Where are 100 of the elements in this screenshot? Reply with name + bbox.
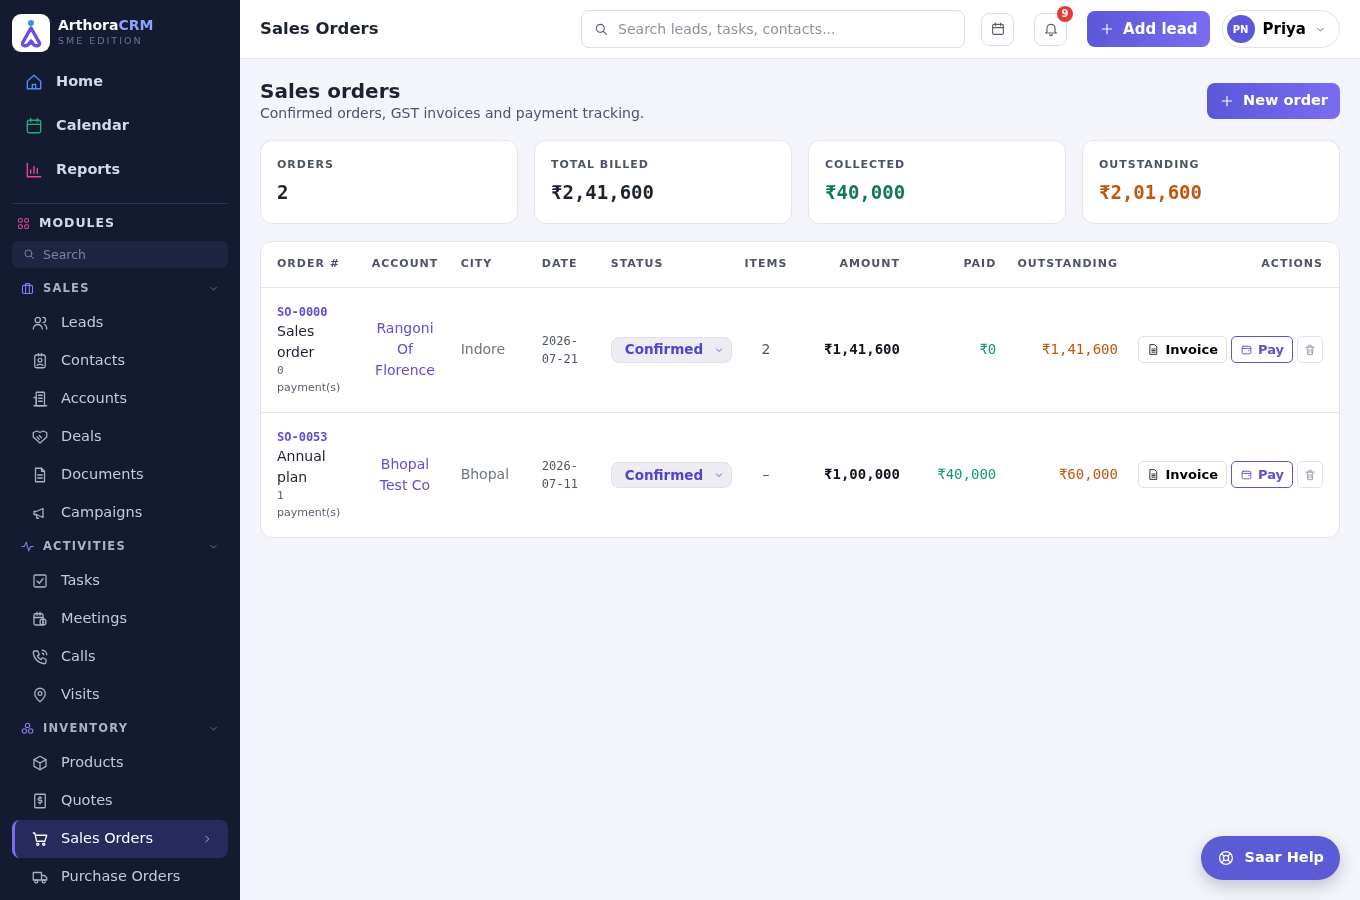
table-cell: – [762,466,770,483]
logo-icon [12,14,50,52]
cart-icon [31,829,49,848]
column-header: ITEMS [730,242,802,287]
brand-name: ArthoraCRM [58,18,154,34]
stat-value: ₹40,000 [825,179,907,205]
nav-item[interactable]: Sales Orders [12,819,228,858]
nav-item[interactable]: Reports [12,148,228,192]
pay-button[interactable]: Pay [1230,336,1293,363]
nav-item[interactable]: Quotes [12,781,228,820]
column-header: STATUS [602,242,731,287]
status-dropdown[interactable]: Confirmed [610,461,733,488]
nav-item[interactable]: Calendar [12,104,228,148]
checkbox-icon [31,571,49,590]
payment-count: 0 payment(s) [277,363,342,396]
cluster-icon [20,721,35,737]
delete-button[interactable] [1297,461,1323,489]
user-menu[interactable]: PN Priya [1221,10,1340,48]
table-cell: ₹40,000 [937,466,997,483]
page-title: Sales Orders [260,17,379,40]
nav-item[interactable]: Accounts [12,379,228,418]
new-order-button[interactable]: New order [1207,83,1340,119]
edition-label: SME EDITION [58,33,144,48]
briefcase-icon [20,281,35,297]
page-heading: Sales orders [260,79,402,103]
trash-icon [1303,342,1317,357]
table-cell-text: 2026-07-11 [541,457,579,493]
table-cell: ₹1,41,600 [824,341,900,357]
payment-count: 1 payment(s) [277,488,342,521]
stat-label: OUTSTANDING [1099,157,1201,173]
nav-item[interactable]: Contacts [12,341,228,380]
order-number-link[interactable]: SO-0000 [277,303,350,321]
trash-icon [1303,467,1317,482]
group-header[interactable]: SALES [12,273,228,304]
wallet-icon [1239,468,1253,482]
avatar: PN [1226,15,1255,43]
receipt-icon [31,791,49,810]
stat-value: ₹2,41,600 [551,179,655,205]
phone-icon [31,647,49,666]
table-cell: ₹0 [979,341,997,357]
nav-item[interactable]: Deals [12,417,228,456]
account-link[interactable]: Rangoni Of Florence [372,318,438,381]
order-title: Annual plan [277,447,327,488]
nav-item[interactable]: Visits [12,675,228,714]
map-pin-icon [31,685,49,704]
table-cell: 2 [761,341,771,357]
order-title: Sales order [277,322,316,362]
table-cell: Indore [460,341,506,357]
nav-item[interactable]: Meetings [12,599,228,638]
nav-item[interactable]: Documents [12,455,228,494]
nav-item[interactable]: Tasks [12,561,228,600]
table-cell: Bhopal [460,466,510,483]
nav-item[interactable]: Products [12,743,228,782]
contact-card-icon [31,351,49,370]
status-dropdown[interactable]: Confirmed [610,336,733,363]
column-header: DATE [533,242,603,287]
group-header[interactable]: INVENTORY [12,713,228,744]
nav-item[interactable]: Leads [12,303,228,342]
calendar-clock-icon [31,609,49,628]
group-header[interactable]: ACTIVITIES [12,531,228,562]
notification-count: 9 [1057,5,1074,22]
calendar-icon [989,21,1006,37]
search-icon [593,21,610,37]
calendar-icon [24,116,44,136]
column-header: ACTIONS [1125,242,1339,287]
search-field[interactable]: Search leads, tasks, contacts... [581,10,966,48]
nav-item[interactable]: Purchase Orders [12,857,228,896]
invoice-button[interactable]: Invoice [1138,461,1227,489]
add-lead-button[interactable]: Add lead [1087,11,1210,47]
box-icon [31,753,49,772]
wallet-icon [1239,343,1253,356]
search-field[interactable]: Search [12,240,228,268]
nav-item[interactable]: Calls [12,637,228,676]
calendar-button[interactable] [981,12,1015,46]
house-icon [24,72,44,92]
order-number-link[interactable]: SO-0053 [277,428,350,447]
stat-label: COLLECTED [825,157,907,173]
delete-button[interactable] [1297,336,1323,363]
stat-value: 2 [277,179,290,205]
section-heading: MODULES [39,214,116,232]
stat-value: ₹2,01,600 [1099,179,1203,205]
stat-label: TOTAL BILLED [551,157,650,173]
table-cell: ₹60,000 [1058,466,1118,483]
bar-chart-icon [24,160,44,180]
column-header: ACCOUNT [357,242,453,287]
column-header: OUTSTANDING [1004,242,1126,287]
page-subtitle: Confirmed orders, GST invoices and payment tracking. [260,104,645,123]
pay-button[interactable]: Pay [1230,461,1293,489]
help-button[interactable]: Saar Help [1201,836,1340,880]
grid-icon [16,215,31,231]
search-icon [22,247,36,262]
nav-item[interactable]: Home [12,60,228,104]
column-header: PAID [907,242,1005,287]
invoice-button[interactable]: Invoice [1138,336,1227,363]
column-header: CITY [452,242,534,287]
lifebuoy-icon [1217,849,1236,867]
column-header: ORDER # [261,242,358,287]
nav-item[interactable]: Campaigns [12,493,228,532]
account-link[interactable]: Bhopal Test Co [372,453,438,496]
table-cell-text: 2026-07-21 [541,332,579,368]
